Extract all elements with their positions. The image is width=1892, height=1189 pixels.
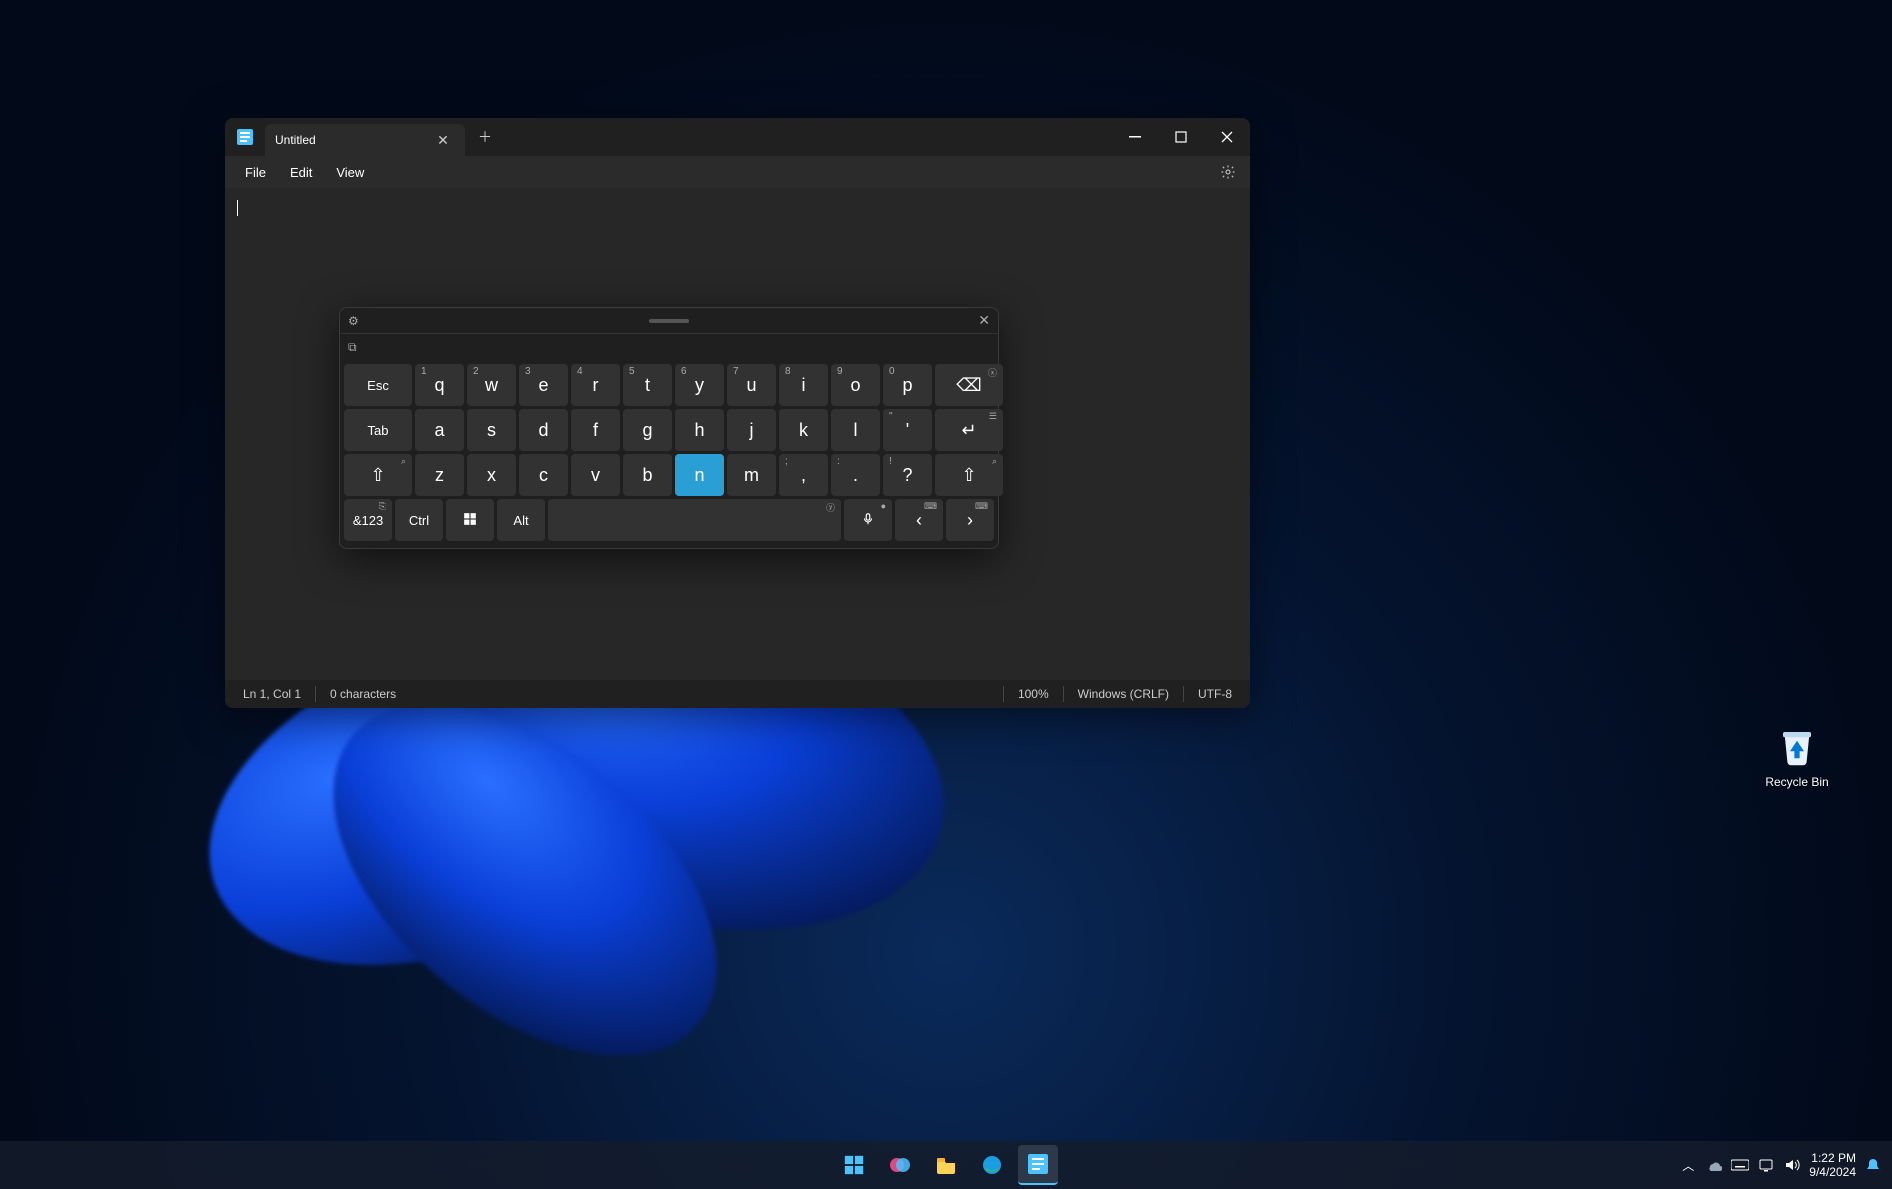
key-i[interactable]: 8i — [779, 364, 828, 406]
tab-close-icon[interactable]: ✕ — [431, 128, 455, 152]
new-tab-button[interactable]: ＋ — [473, 125, 497, 149]
notifications-icon[interactable] — [1864, 1156, 1882, 1174]
key-y[interactable]: 6y — [675, 364, 724, 406]
taskbar: ︿ 1:22 PM 9/4/2024 — [0, 1141, 1892, 1189]
key-s[interactable]: s — [467, 409, 516, 451]
key-shift-left[interactable]: ⌕⇧ — [344, 454, 412, 496]
key-a[interactable]: a — [415, 409, 464, 451]
key-tab[interactable]: Tab — [344, 409, 412, 451]
status-eol[interactable]: Windows (CRLF) — [1078, 687, 1169, 701]
key-g[interactable]: g — [623, 409, 672, 451]
keyboard-close-icon[interactable]: ✕ — [978, 312, 990, 329]
system-clock[interactable]: 1:22 PM 9/4/2024 — [1809, 1151, 1856, 1179]
clock-time: 1:22 PM — [1809, 1151, 1856, 1165]
recycle-bin-icon — [1776, 725, 1818, 767]
key-h[interactable]: h — [675, 409, 724, 451]
status-chars[interactable]: 0 characters — [330, 687, 396, 701]
key-space[interactable]: ⓨ — [548, 499, 841, 541]
key-symbols[interactable]: ⎘&123 — [344, 499, 392, 541]
tray-network-icon[interactable] — [1757, 1156, 1775, 1174]
key-[interactable]: ;, — [779, 454, 828, 496]
key-m[interactable]: m — [727, 454, 776, 496]
key-t[interactable]: 5t — [623, 364, 672, 406]
desktop-icon-label: Recycle Bin — [1765, 775, 1828, 789]
key-esc[interactable]: Esc — [344, 364, 412, 406]
key-d[interactable]: d — [519, 409, 568, 451]
key-enter[interactable]: ☰↵ — [935, 409, 1003, 451]
tray-volume-icon[interactable] — [1783, 1156, 1801, 1174]
text-cursor — [237, 200, 238, 216]
desktop-recycle-bin[interactable]: Recycle Bin — [1757, 725, 1837, 791]
key-left[interactable]: ⌨‹ — [895, 499, 943, 541]
key-w[interactable]: 2w — [467, 364, 516, 406]
tray-chevron-icon[interactable]: ︿ — [1679, 1156, 1697, 1174]
keyboard-settings-icon[interactable]: ⚙ — [348, 314, 359, 328]
notepad-app-icon — [237, 129, 253, 145]
key-u[interactable]: 7u — [727, 364, 776, 406]
keyboard-popout-icon[interactable]: ⧉ — [348, 340, 357, 355]
key-f[interactable]: f — [571, 409, 620, 451]
key-l[interactable]: l — [831, 409, 880, 451]
start-button[interactable] — [834, 1145, 874, 1185]
key-mic[interactable]: ● — [844, 499, 892, 541]
key-z[interactable]: z — [415, 454, 464, 496]
key-[interactable]: !? — [883, 454, 932, 496]
key-[interactable]: "' — [883, 409, 932, 451]
statusbar: Ln 1, Col 1 0 characters 100% Windows (C… — [225, 680, 1250, 708]
taskbar-edge[interactable] — [972, 1145, 1012, 1185]
menubar: File Edit View — [225, 156, 1250, 188]
key-win[interactable] — [446, 499, 494, 541]
status-encoding[interactable]: UTF-8 — [1198, 687, 1232, 701]
key-j[interactable]: j — [727, 409, 776, 451]
menu-edit[interactable]: Edit — [278, 161, 324, 184]
titlebar[interactable]: Untitled ✕ ＋ — [225, 118, 1250, 156]
key-q[interactable]: 1q — [415, 364, 464, 406]
key-x[interactable]: x — [467, 454, 516, 496]
taskbar-copilot[interactable] — [880, 1145, 920, 1185]
menu-view[interactable]: View — [324, 161, 376, 184]
key-r[interactable]: 4r — [571, 364, 620, 406]
tray-onedrive-icon[interactable] — [1705, 1156, 1723, 1174]
key-p[interactable]: 0p — [883, 364, 932, 406]
key-alt[interactable]: Alt — [497, 499, 545, 541]
key-backspace[interactable]: ⓧ⌫ — [935, 364, 1003, 406]
key-e[interactable]: 3e — [519, 364, 568, 406]
tab[interactable]: Untitled ✕ — [265, 124, 465, 156]
taskbar-explorer[interactable] — [926, 1145, 966, 1185]
status-zoom[interactable]: 100% — [1018, 687, 1049, 701]
key-n[interactable]: n — [675, 454, 724, 496]
menu-file[interactable]: File — [233, 161, 278, 184]
clock-date: 9/4/2024 — [1809, 1165, 1856, 1179]
key-c[interactable]: c — [519, 454, 568, 496]
keyboard-rows: Esc1q2w3e4r5t6y7u8i9o0pⓧ⌫ Tabasdfghjkl"'… — [340, 360, 998, 548]
drag-handle[interactable] — [649, 319, 689, 323]
key-b[interactable]: b — [623, 454, 672, 496]
minimize-button[interactable] — [1112, 118, 1158, 156]
key-k[interactable]: k — [779, 409, 828, 451]
tab-title: Untitled — [275, 133, 431, 147]
settings-icon[interactable] — [1214, 158, 1242, 186]
key-[interactable]: :. — [831, 454, 880, 496]
key-ctrl[interactable]: Ctrl — [395, 499, 443, 541]
maximize-button[interactable] — [1158, 118, 1204, 156]
taskbar-notepad[interactable] — [1018, 1145, 1058, 1185]
close-button[interactable] — [1204, 118, 1250, 156]
touch-keyboard: ⚙ ✕ ⧉ Esc1q2w3e4r5t6y7u8i9o0pⓧ⌫ Tabasdfg… — [339, 307, 999, 549]
status-position[interactable]: Ln 1, Col 1 — [243, 687, 301, 701]
tray-keyboard-icon[interactable] — [1731, 1156, 1749, 1174]
key-v[interactable]: v — [571, 454, 620, 496]
key-shift-right[interactable]: ⌕⇧ — [935, 454, 1003, 496]
key-right[interactable]: ⌨› — [946, 499, 994, 541]
key-o[interactable]: 9o — [831, 364, 880, 406]
